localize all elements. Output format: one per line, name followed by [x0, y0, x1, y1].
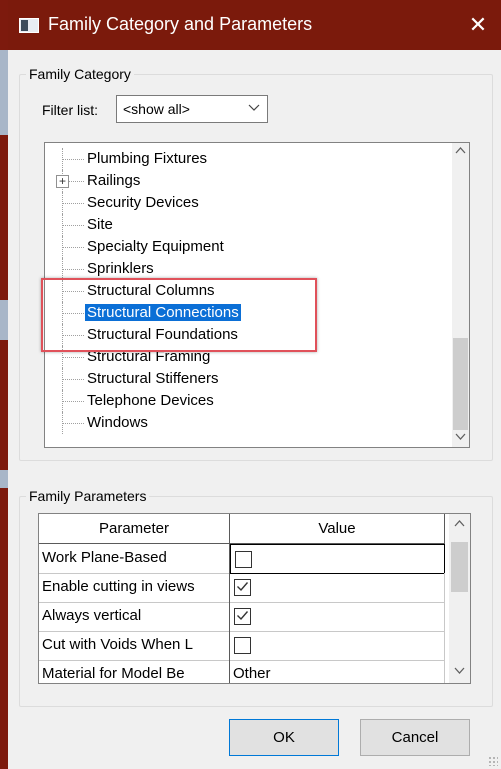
- tree-branch-line: [63, 401, 84, 402]
- tree-item-label: Railings: [87, 172, 141, 189]
- column-header-value[interactable]: Value: [230, 514, 445, 544]
- close-icon[interactable]: ✕: [465, 10, 491, 40]
- tree-branch-line: [63, 379, 84, 380]
- tree-branch-line: [63, 423, 84, 424]
- tree-item-label: Plumbing Fixtures: [87, 150, 208, 167]
- tree-branch-line: [63, 247, 84, 248]
- tree-item[interactable]: Structural Foundations: [45, 324, 440, 346]
- tree-scroll-thumb[interactable]: [453, 338, 468, 430]
- parameter-value-cell[interactable]: Other: [230, 660, 445, 683]
- background-window-strip: [0, 0, 8, 769]
- tree-item[interactable]: Structural Stiffeners: [45, 368, 440, 390]
- checkbox-unchecked[interactable]: [235, 551, 252, 568]
- tree-item-label: Structural Framing: [87, 348, 211, 365]
- table-row[interactable]: Always vertical: [39, 602, 449, 632]
- tree-branch-line: [63, 225, 84, 226]
- tree-item-label: Telephone Devices: [87, 392, 214, 409]
- filter-list-dropdown[interactable]: <show all>: [116, 95, 268, 123]
- scroll-up-icon[interactable]: [452, 143, 469, 160]
- dialog-body: Family Category Filter list: <show all> …: [8, 50, 501, 769]
- filter-list-label: Filter list:: [42, 102, 98, 118]
- category-tree[interactable]: Plumbing Fixtures + Railings Security Devic…: [44, 142, 470, 448]
- parameters-grid[interactable]: Parameter Value Work Plane-Based Enable c…: [38, 513, 471, 684]
- family-parameters-legend: Family Parameters: [29, 488, 147, 504]
- tree-item[interactable]: Specialty Equipment: [45, 236, 440, 258]
- tree-branch-line: [63, 335, 84, 336]
- tree-item-label: Site: [87, 216, 113, 233]
- tree-branch-line: [63, 203, 84, 204]
- tree-item-label: Structural Foundations: [87, 326, 238, 343]
- tree-item-label: Structural Columns: [87, 282, 215, 299]
- scroll-down-icon[interactable]: [452, 430, 469, 447]
- tree-item[interactable]: Structural Framing: [45, 346, 440, 368]
- parameter-value-cell[interactable]: [230, 602, 445, 632]
- table-row[interactable]: Work Plane-Based: [39, 544, 449, 574]
- filter-list-value: <show all>: [123, 101, 190, 117]
- parameter-name-cell: Work Plane-Based: [39, 544, 230, 574]
- title-bar: Family Category and Parameters ✕: [8, 0, 501, 50]
- tree-item-label: Security Devices: [87, 194, 199, 211]
- checkbox-checked[interactable]: [234, 579, 251, 596]
- parameter-name-cell: Enable cutting in views: [39, 573, 230, 603]
- tree-item-label: Structural Stiffeners: [87, 370, 219, 387]
- scroll-up-icon[interactable]: [449, 514, 470, 535]
- family-category-legend: Family Category: [29, 66, 131, 82]
- tree-item-label: Windows: [87, 414, 148, 431]
- tree-item[interactable]: Site: [45, 214, 440, 236]
- tree-item-label: Sprinklers: [87, 260, 154, 277]
- tree-branch-line: [63, 291, 84, 292]
- chevron-down-icon: [248, 101, 260, 116]
- tree-item[interactable]: Security Devices: [45, 192, 440, 214]
- table-row[interactable]: Cut with Voids When L: [39, 631, 449, 661]
- tree-branch-line: [63, 357, 84, 358]
- tree-branch-line: [63, 269, 84, 270]
- grid-scroll-thumb[interactable]: [451, 542, 468, 592]
- scroll-down-icon[interactable]: [449, 662, 470, 683]
- tree-item[interactable]: Plumbing Fixtures: [45, 148, 440, 170]
- tree-item-label: Structural Connections: [85, 304, 241, 321]
- parameter-value-cell[interactable]: [230, 544, 445, 574]
- window-title: Family Category and Parameters: [48, 14, 313, 34]
- parameter-name-cell: Material for Model Be: [39, 660, 230, 683]
- tree-item[interactable]: Windows: [45, 412, 440, 434]
- cancel-button[interactable]: Cancel: [360, 719, 470, 756]
- tree-item[interactable]: Sprinklers: [45, 258, 440, 280]
- checkbox-unchecked[interactable]: [234, 637, 251, 654]
- parameter-name-cell: Cut with Voids When L: [39, 631, 230, 661]
- grid-scrollbar[interactable]: [449, 514, 470, 683]
- parameter-value-cell[interactable]: [230, 573, 445, 603]
- resize-grip-icon[interactable]: [488, 756, 498, 766]
- parameter-value-cell[interactable]: [230, 631, 445, 661]
- tree-scrollbar[interactable]: [452, 143, 469, 447]
- checkbox-checked[interactable]: [234, 608, 251, 625]
- ok-button[interactable]: OK: [229, 719, 339, 756]
- expand-plus-icon[interactable]: +: [56, 175, 69, 188]
- app-icon: [19, 18, 39, 33]
- parameter-name-cell: Always vertical: [39, 602, 230, 632]
- tree-item[interactable]: + Railings: [45, 170, 440, 192]
- tree-item[interactable]: Telephone Devices: [45, 390, 440, 412]
- tree-branch-line: [63, 313, 84, 314]
- table-row[interactable]: Material for Model Be Other: [39, 660, 449, 683]
- tree-item-label: Specialty Equipment: [87, 238, 224, 255]
- table-row[interactable]: Enable cutting in views: [39, 573, 449, 603]
- tree-item[interactable]: Structural Connections: [45, 302, 440, 324]
- tree-branch-line: [63, 159, 84, 160]
- column-header-parameter[interactable]: Parameter: [39, 514, 230, 544]
- tree-item[interactable]: Structural Columns: [45, 280, 440, 302]
